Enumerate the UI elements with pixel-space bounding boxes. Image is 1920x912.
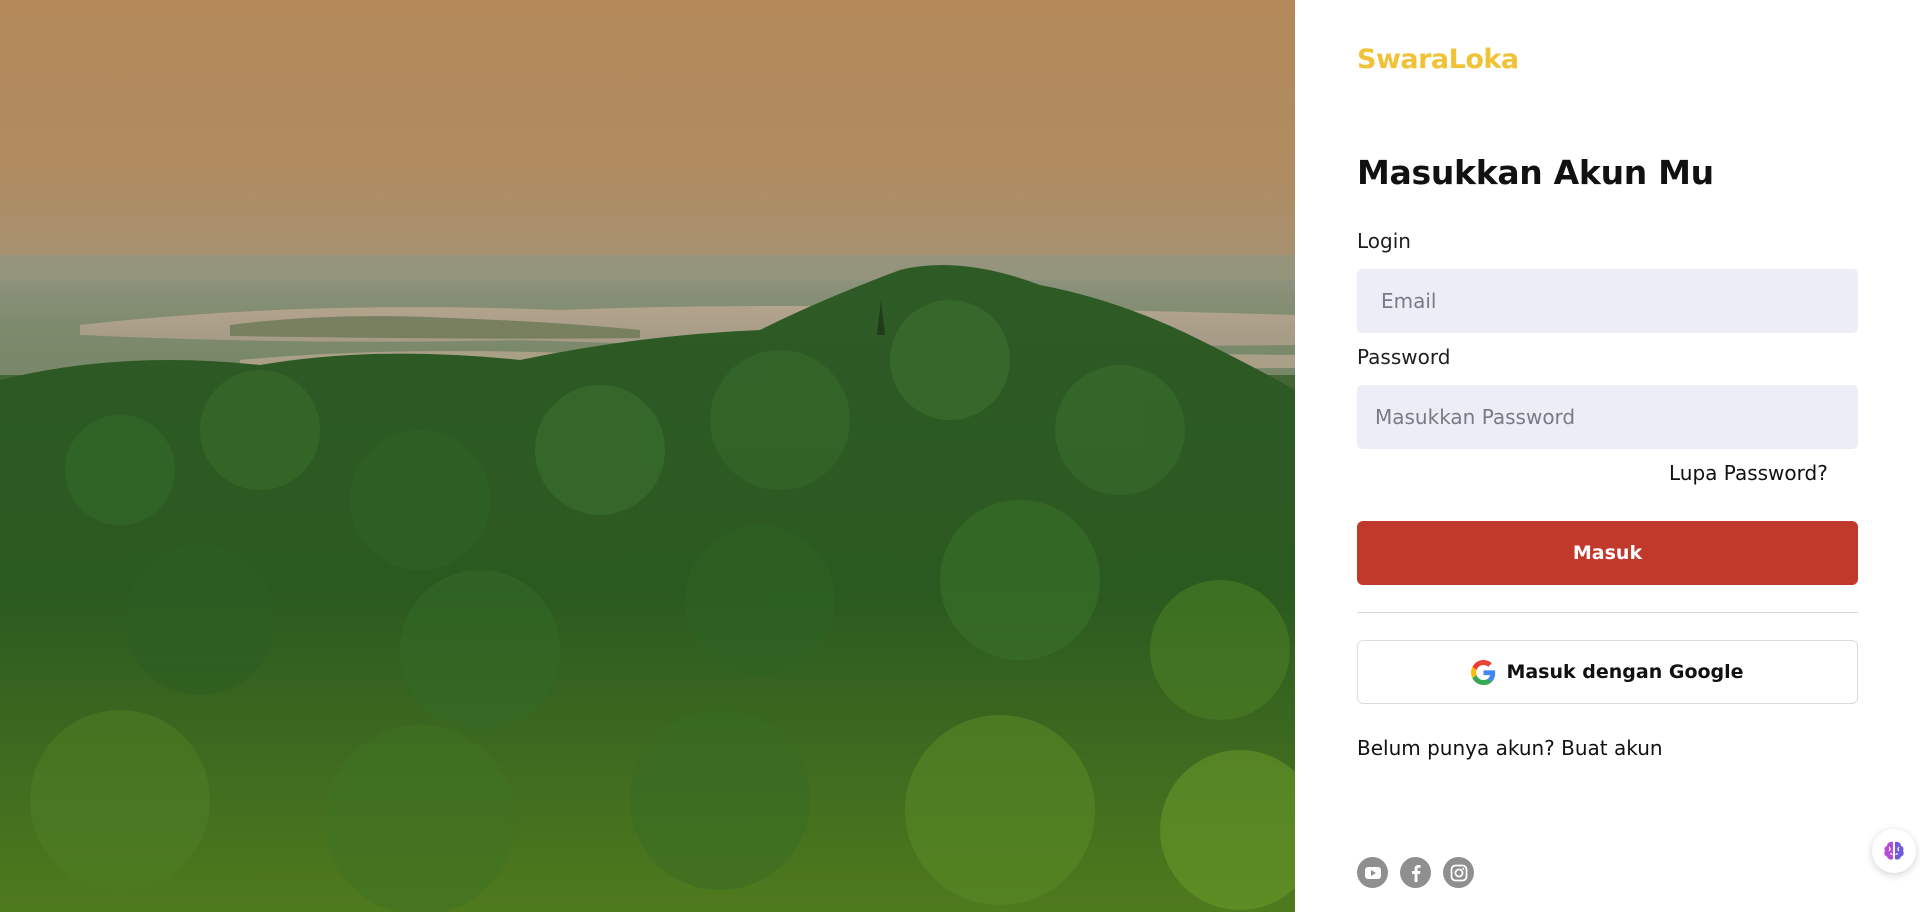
forgot-password-link[interactable]: Lupa Password? (1669, 461, 1828, 485)
signup-prompt: Belum punya akun? Buat akun (1357, 736, 1663, 760)
brand-logo[interactable]: SwaraLoka (1357, 44, 1519, 75)
login-panel (1295, 0, 1920, 912)
login-label: Login (1357, 229, 1411, 253)
signup-prompt-text: Belum punya akun? (1357, 736, 1555, 760)
youtube-link[interactable] (1357, 857, 1388, 888)
instagram-icon (1450, 864, 1467, 881)
google-button-label: Masuk dengan Google (1506, 661, 1744, 683)
facebook-link[interactable] (1400, 857, 1431, 888)
forest-landscape-illustration (0, 0, 1295, 912)
google-login-button[interactable]: Masuk dengan Google (1357, 640, 1858, 704)
brain-icon (1884, 841, 1904, 860)
facebook-icon (1411, 864, 1420, 882)
email-field[interactable] (1357, 269, 1858, 333)
login-button[interactable]: Masuk (1357, 521, 1858, 585)
instagram-link[interactable] (1443, 857, 1474, 888)
password-label: Password (1357, 345, 1451, 369)
assistant-floating-button[interactable] (1872, 829, 1916, 873)
password-field[interactable] (1357, 385, 1858, 449)
divider (1357, 612, 1858, 613)
page-title: Masukkan Akun Mu (1357, 153, 1714, 192)
create-account-link[interactable]: Buat akun (1561, 736, 1662, 760)
youtube-icon (1364, 866, 1381, 879)
google-icon (1471, 659, 1496, 685)
social-links (1357, 857, 1474, 888)
hero-forest-image (0, 0, 1295, 912)
